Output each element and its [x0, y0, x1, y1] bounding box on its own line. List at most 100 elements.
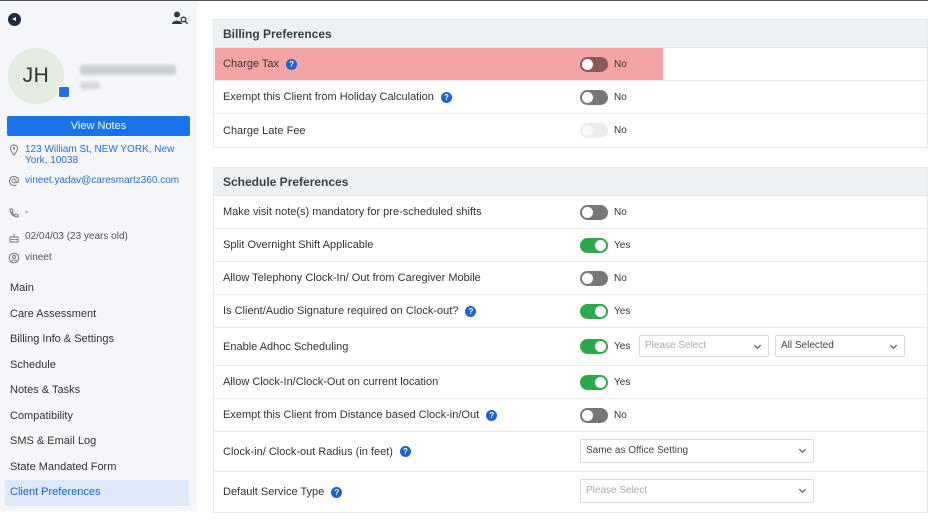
sidebar-item-sms-email-log[interactable]: SMS & Email Log — [0, 429, 197, 455]
distance-exempt-label: Exempt this Client from Distance based C… — [223, 409, 480, 421]
view-notes-button[interactable]: View Notes — [7, 116, 190, 136]
holiday-exempt-toggle[interactable] — [580, 90, 608, 105]
default-service-type-select[interactable]: Please Select — [580, 479, 814, 503]
adhoc-scheduling-row: Enable Adhoc Scheduling Yes Please Selec… — [214, 328, 927, 366]
client-dob-text: 02/04/03 (23 years old) — [25, 231, 128, 242]
phone-icon — [9, 208, 19, 218]
telephony-clockin-toggle[interactable] — [580, 271, 608, 286]
avatar: JH — [8, 48, 64, 104]
adhoc-service-select[interactable]: Please Select — [639, 335, 769, 357]
adhoc-scheduling-value: Yes — [614, 341, 631, 352]
split-overnight-toggle[interactable] — [580, 238, 608, 253]
help-icon[interactable]: ? — [465, 305, 477, 317]
help-icon[interactable]: ? — [286, 58, 298, 70]
clockin-radius-select[interactable]: Same as Office Setting — [580, 439, 814, 463]
visit-notes-mandatory-value: No — [614, 206, 627, 218]
chevron-down-icon — [798, 485, 807, 494]
charge-tax-value: No — [614, 58, 627, 70]
adhoc-scheduling-toggle[interactable] — [580, 339, 608, 354]
user-circle-icon — [8, 252, 20, 264]
signature-required-row: Is Client/Audio Signature required on Cl… — [214, 295, 927, 328]
chevron-down-icon — [753, 341, 762, 350]
default-service-type-select-value: Please Select — [586, 485, 648, 496]
telephony-clockin-value: No — [614, 272, 627, 284]
distance-exempt-row: Exempt this Client from Distance based C… — [214, 399, 927, 432]
current-location-clockin-row: Allow Clock-In/Clock-Out on current loca… — [214, 366, 927, 399]
sidebar-item-care-assessment[interactable]: Care Assessment — [0, 302, 197, 328]
help-icon[interactable]: ? — [440, 91, 452, 103]
signature-required-toggle[interactable] — [580, 304, 608, 319]
at-sign-icon — [9, 176, 20, 186]
charge-tax-row: Charge Tax? No — [214, 48, 927, 81]
person-search-icon[interactable] — [172, 11, 188, 25]
sidebar-item-compatibility[interactable]: Compatibility — [0, 404, 197, 430]
clockin-radius-label: Clock-in/ Clock-out Radius (in feet) — [223, 445, 393, 458]
charge-tax-label: Charge Tax — [223, 58, 280, 70]
visit-notes-mandatory-row: Make visit note(s) mandatory for pre-sch… — [214, 196, 927, 229]
sidebar-item-state-mandated-form[interactable]: State Mandated Form — [0, 455, 197, 481]
schedule-preferences-section: Schedule Preferences Make visit note(s) … — [213, 167, 928, 513]
adhoc-caregiver-select-value: All Selected — [781, 340, 834, 351]
help-icon[interactable]: ? — [486, 409, 498, 421]
telephony-clockin-label: Allow Telephony Clock-In/ Out from Careg… — [223, 272, 481, 284]
chevron-down-icon — [889, 341, 898, 350]
help-icon[interactable]: ? — [331, 486, 343, 498]
client-id-blurred — [80, 82, 100, 89]
client-phone-text: - — [25, 207, 29, 218]
distance-exempt-toggle[interactable] — [580, 408, 608, 423]
client-address[interactable]: 123 William St, NEW YORK, New York, 1003… — [8, 144, 188, 166]
client-dob: 02/04/03 (23 years old) — [8, 231, 188, 243]
visit-notes-mandatory-label: Make visit note(s) mandatory for pre-sch… — [223, 206, 482, 218]
late-fee-toggle[interactable] — [580, 123, 608, 138]
late-fee-row: Charge Late Fee No — [214, 114, 927, 147]
visit-notes-mandatory-toggle[interactable] — [580, 205, 608, 220]
client-owner: vineet — [8, 252, 188, 264]
help-icon[interactable]: ? — [399, 446, 411, 457]
sidebar-item-main[interactable]: Main — [0, 276, 197, 302]
location-pin-icon — [9, 144, 19, 156]
holiday-exempt-label: Exempt this Client from Holiday Calculat… — [223, 91, 434, 103]
schedule-preferences-title: Schedule Preferences — [214, 168, 927, 196]
client-owner-text: vineet — [25, 252, 52, 263]
distance-exempt-value: No — [614, 409, 627, 421]
split-overnight-label: Split Overnight Shift Applicable — [223, 239, 374, 251]
late-fee-label: Charge Late Fee — [223, 124, 306, 137]
adhoc-scheduling-label: Enable Adhoc Scheduling — [223, 340, 349, 353]
client-sidebar: JH View Notes 123 William St, NEW YORK, … — [0, 1, 197, 511]
current-location-clockin-label: Allow Clock-In/Clock-Out on current loca… — [223, 376, 439, 388]
avatar-initials: JH — [22, 64, 50, 87]
holiday-exempt-row: Exempt this Client from Holiday Calculat… — [214, 81, 927, 114]
client-phone: - — [8, 207, 188, 219]
billing-preferences-section: Billing Preferences Charge Tax? No Exemp… — [213, 19, 928, 148]
cake-icon — [9, 234, 19, 243]
adhoc-service-select-value: Please Select — [645, 340, 707, 351]
client-name-blurred — [80, 65, 176, 75]
signature-required-label: Is Client/Audio Signature required on Cl… — [223, 305, 459, 317]
client-address-text: 123 William St, NEW YORK, New York, 1003… — [25, 144, 175, 166]
sidebar-item-billing-info[interactable]: Billing Info & Settings — [0, 327, 197, 353]
client-email[interactable]: vineet.yadav@caresmartz360.com — [8, 175, 188, 187]
default-service-type-row: Default Service Type? Please Select — [214, 472, 927, 512]
sidebar-item-notes-tasks[interactable]: Notes & Tasks — [0, 378, 197, 404]
current-location-clockin-toggle[interactable] — [580, 375, 608, 390]
client-email-text: vineet.yadav@caresmartz360.com — [25, 175, 180, 186]
holiday-exempt-value: No — [614, 91, 627, 103]
split-overnight-row: Split Overnight Shift Applicable Yes — [214, 229, 927, 262]
sidebar-item-client-preferences[interactable]: Client Preferences — [5, 480, 189, 506]
charge-tax-toggle[interactable] — [580, 57, 608, 72]
back-arrow-icon[interactable] — [8, 13, 21, 26]
clockin-radius-row: Clock-in/ Clock-out Radius (in feet)? Sa… — [214, 432, 927, 472]
late-fee-value: No — [614, 125, 627, 136]
clockin-radius-select-value: Same as Office Setting — [586, 445, 689, 456]
split-overnight-value: Yes — [614, 239, 631, 251]
chevron-down-icon — [798, 445, 807, 454]
sidebar-item-schedule[interactable]: Schedule — [0, 353, 197, 379]
signature-required-value: Yes — [614, 305, 631, 317]
default-service-type-label: Default Service Type — [223, 486, 325, 498]
sidebar-menu: Main Care Assessment Billing Info & Sett… — [0, 276, 197, 506]
camera-icon[interactable] — [58, 86, 70, 98]
adhoc-caregiver-select[interactable]: All Selected — [775, 335, 905, 357]
current-location-clockin-value: Yes — [614, 376, 631, 388]
billing-preferences-title: Billing Preferences — [214, 20, 927, 48]
telephony-clockin-row: Allow Telephony Clock-In/ Out from Careg… — [214, 262, 927, 295]
